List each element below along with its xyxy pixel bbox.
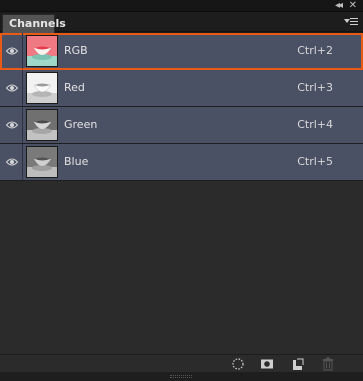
channel-shortcut: Ctrl+5 [297, 155, 333, 168]
channel-row-blue[interactable]: Blue Ctrl+5 [0, 144, 363, 181]
close-icon[interactable]: ✕ [349, 0, 357, 12]
save-selection-icon[interactable] [260, 357, 274, 371]
tab-channels[interactable]: Channels [2, 14, 66, 33]
eye-icon [6, 158, 18, 166]
channel-row-green[interactable]: Green Ctrl+4 [0, 107, 363, 144]
channel-row-red[interactable]: Red Ctrl+3 [0, 70, 363, 107]
eye-icon [6, 121, 18, 129]
visibility-toggle[interactable] [0, 33, 23, 69]
collapse-icon[interactable]: ◂◂ [335, 0, 343, 12]
channel-name: Blue [64, 155, 89, 168]
panel-footer [0, 354, 363, 372]
eye-icon [6, 47, 18, 55]
eye-icon [6, 84, 18, 92]
channel-thumbnail [26, 35, 58, 67]
delete-channel-icon[interactable] [321, 357, 335, 371]
visibility-toggle[interactable] [0, 107, 23, 143]
channel-shortcut: Ctrl+2 [297, 44, 333, 57]
channel-shortcut: Ctrl+3 [297, 81, 333, 94]
panel-resize-strip[interactable] [0, 372, 363, 381]
panel-top-strip: ◂◂ ✕ [0, 0, 363, 12]
channel-name: RGB [64, 44, 88, 57]
new-channel-icon[interactable] [291, 357, 305, 371]
channel-shortcut: Ctrl+4 [297, 118, 333, 131]
load-selection-icon[interactable] [231, 357, 245, 371]
visibility-toggle[interactable] [0, 144, 23, 180]
channel-row-rgb[interactable]: RGB Ctrl+2 [0, 33, 363, 70]
panel-menu-icon[interactable] [343, 14, 359, 30]
channel-name: Red [64, 81, 85, 94]
channel-thumbnail [26, 72, 58, 104]
visibility-toggle[interactable] [0, 70, 23, 106]
channel-thumbnail [26, 109, 58, 141]
channel-list: RGB Ctrl+2 Red Ctrl+3 Green Ctrl+4 Blue … [0, 33, 363, 354]
channel-name: Green [64, 118, 98, 131]
resize-grip-icon[interactable] [170, 375, 192, 378]
channel-thumbnail [26, 146, 58, 178]
panel-tab-bar: Channels [0, 12, 363, 33]
